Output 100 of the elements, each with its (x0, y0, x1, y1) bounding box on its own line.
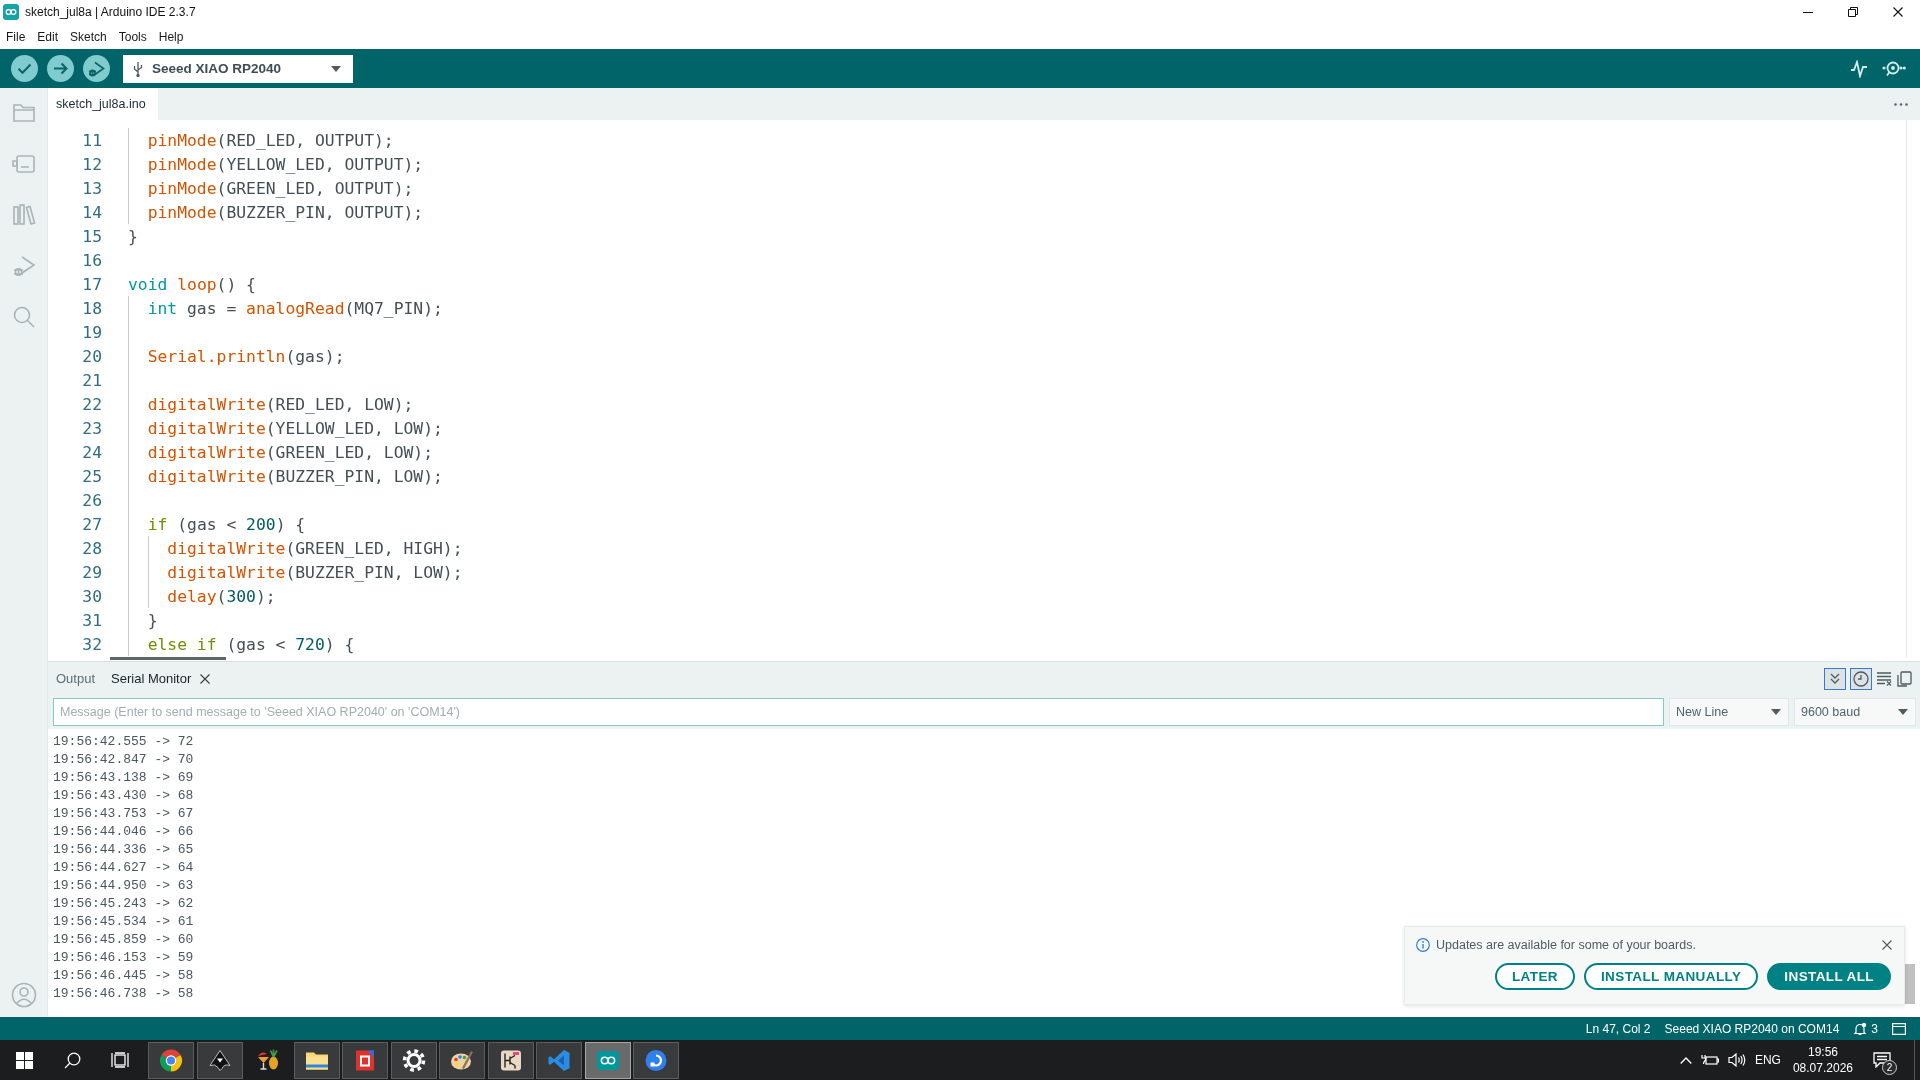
square-logo-icon[interactable] (342, 1041, 388, 1079)
serial-line: 19:56:43.430 -> 68 (53, 787, 194, 805)
schematic-icon[interactable] (487, 1041, 534, 1079)
panel-icon[interactable] (1892, 1022, 1906, 1035)
message-input[interactable]: Message (Enter to send message to 'Seeed XIAO RP2040' on 'COM14') (53, 698, 1664, 726)
magnifier-dots-icon[interactable] (1882, 59, 1906, 78)
arrow-right-icon[interactable] (47, 55, 74, 82)
code-line: digitalWrite(BUZZER_PIN, LOW); (128, 464, 443, 488)
line-number: 22 (81, 394, 102, 414)
menu-item[interactable]: Help (152, 29, 190, 44)
windows-logo-icon[interactable] (15, 1051, 33, 1069)
clock-time: 19:56 (1807, 1045, 1838, 1059)
bell-icon[interactable] (1853, 1021, 1868, 1036)
info-icon (1416, 938, 1430, 952)
check-icon[interactable] (11, 55, 38, 82)
window-title: sketch_jul8a | Arduino IDE 2.3.7 (25, 5, 196, 19)
line-number: 31 (81, 610, 102, 630)
clear-lines-icon[interactable] (1876, 670, 1892, 687)
more-icon[interactable] (1894, 102, 1908, 106)
code-line: digitalWrite(GREEN_LED, LOW); (128, 440, 434, 464)
infinity-icon (3, 4, 19, 20)
task-view-icon[interactable] (111, 1052, 129, 1068)
serial-line: 19:56:44.950 -> 63 (53, 877, 194, 895)
close-icon[interactable] (1882, 940, 1892, 950)
line-number: 18 (81, 298, 102, 318)
panel-tab[interactable]: Serial Monitor (103, 671, 219, 686)
search-icon[interactable] (63, 1051, 81, 1069)
language-indicator[interactable]: ENG (1754, 1053, 1781, 1067)
clock-date: 08.07.2026 (1792, 1061, 1853, 1075)
usb-icon (133, 60, 143, 77)
serial-line: 19:56:46.445 -> 58 (53, 967, 194, 985)
line-number: 14 (81, 202, 102, 222)
serial-line: 19:56:45.243 -> 62 (53, 895, 194, 913)
panel-tab[interactable]: Output (48, 671, 104, 686)
chevron-up-icon[interactable] (1679, 1056, 1692, 1064)
line-number: 26 (81, 490, 102, 510)
scrollbar-thumb[interactable] (1905, 964, 1915, 1004)
infinity-icon[interactable] (584, 1041, 631, 1079)
serial-line: 19:56:43.138 -> 69 (53, 769, 194, 787)
board-port[interactable]: Seeed XIAO RP2040 on COM14 (1664, 1021, 1840, 1036)
code-line: else if (gas < 720) { (128, 632, 355, 656)
serial-line: 19:56:45.534 -> 61 (53, 913, 194, 931)
copy-icon[interactable] (1896, 670, 1912, 687)
board-selector[interactable]: Seeed XIAO RP2040 (123, 54, 353, 83)
speaker-icon[interactable] (1727, 1053, 1746, 1067)
serial-line: 19:56:42.847 -> 70 (53, 751, 194, 769)
notification-count: 3 (1871, 1021, 1878, 1036)
code-line: Serial.println(gas); (128, 344, 345, 368)
palette-icon[interactable] (439, 1041, 485, 1079)
serial-line: 19:56:44.336 -> 65 (53, 841, 194, 859)
folder-icon[interactable] (293, 1041, 340, 1079)
serial-line: 19:56:44.046 -> 66 (53, 823, 194, 841)
line-number: 11 (81, 130, 102, 150)
close-icon[interactable] (200, 673, 211, 684)
battery-plug-icon[interactable] (1700, 1054, 1719, 1066)
restore-icon[interactable] (1847, 7, 1858, 17)
notification-message: Updates are available for some of your boards. (1436, 938, 1697, 952)
code-line: } (128, 608, 158, 632)
menu-item[interactable]: Edit (31, 29, 65, 44)
baud-rate-select[interactable]: 9600 baud (1794, 698, 1916, 726)
close-icon[interactable] (1892, 7, 1903, 17)
gear-icon[interactable] (390, 1041, 437, 1079)
cursor-position[interactable]: Ln 47, Col 2 (1585, 1021, 1651, 1036)
play-bug-icon[interactable] (83, 55, 110, 82)
menu-item[interactable]: Tools (112, 29, 153, 44)
pulse-icon[interactable] (1850, 59, 1868, 78)
ribbon-icon[interactable] (536, 1041, 582, 1079)
secondary-button[interactable]: LATER (1494, 963, 1575, 990)
code-line: delay(300); (128, 584, 276, 608)
line-ending-select[interactable]: New Line (1669, 698, 1789, 726)
chevrons-down-icon[interactable] (1824, 667, 1846, 690)
code-line: digitalWrite(RED_LED, LOW); (128, 392, 414, 416)
clock-icon[interactable] (1850, 667, 1872, 690)
cocktail-icon[interactable] (256, 1048, 280, 1072)
line-number: 28 (81, 538, 102, 558)
code-line: digitalWrite(GREEN_LED, HIGH); (128, 536, 463, 560)
line-number: 12 (81, 154, 102, 174)
code-line: digitalWrite(YELLOW_LED, LOW); (128, 416, 443, 440)
notification-count: 2 (1882, 1060, 1897, 1075)
browser-icon[interactable] (148, 1041, 194, 1079)
code-line: pinMode(GREEN_LED, OUTPUT); (128, 176, 414, 200)
line-number: 21 (81, 370, 102, 390)
line-number: 29 (81, 562, 102, 582)
primary-button[interactable]: INSTALL ALL (1767, 963, 1891, 990)
caret-down-icon (331, 65, 341, 72)
serial-line: 19:56:44.627 -> 64 (53, 859, 194, 877)
line-number: 13 (81, 178, 102, 198)
line-number: 19 (81, 322, 102, 342)
scrollbar-thumb[interactable] (110, 657, 226, 660)
line-number: 15 (81, 226, 102, 246)
menu-item[interactable]: File (0, 29, 32, 44)
code-line: pinMode(RED_LED, OUTPUT); (128, 128, 394, 152)
pen-nib-icon[interactable] (196, 1041, 243, 1079)
code-line: pinMode(YELLOW_LED, OUTPUT); (128, 152, 424, 176)
code-line: int gas = analogRead(MQ7_PIN); (128, 296, 443, 320)
minimize-icon[interactable] (1802, 11, 1813, 13)
menu-item[interactable]: Sketch (64, 29, 113, 44)
secondary-button[interactable]: INSTALL MANUALLY (1583, 963, 1759, 990)
line-number: 32 (81, 634, 102, 654)
editor-tab[interactable]: sketch_jul8a.ino (48, 88, 158, 120)
